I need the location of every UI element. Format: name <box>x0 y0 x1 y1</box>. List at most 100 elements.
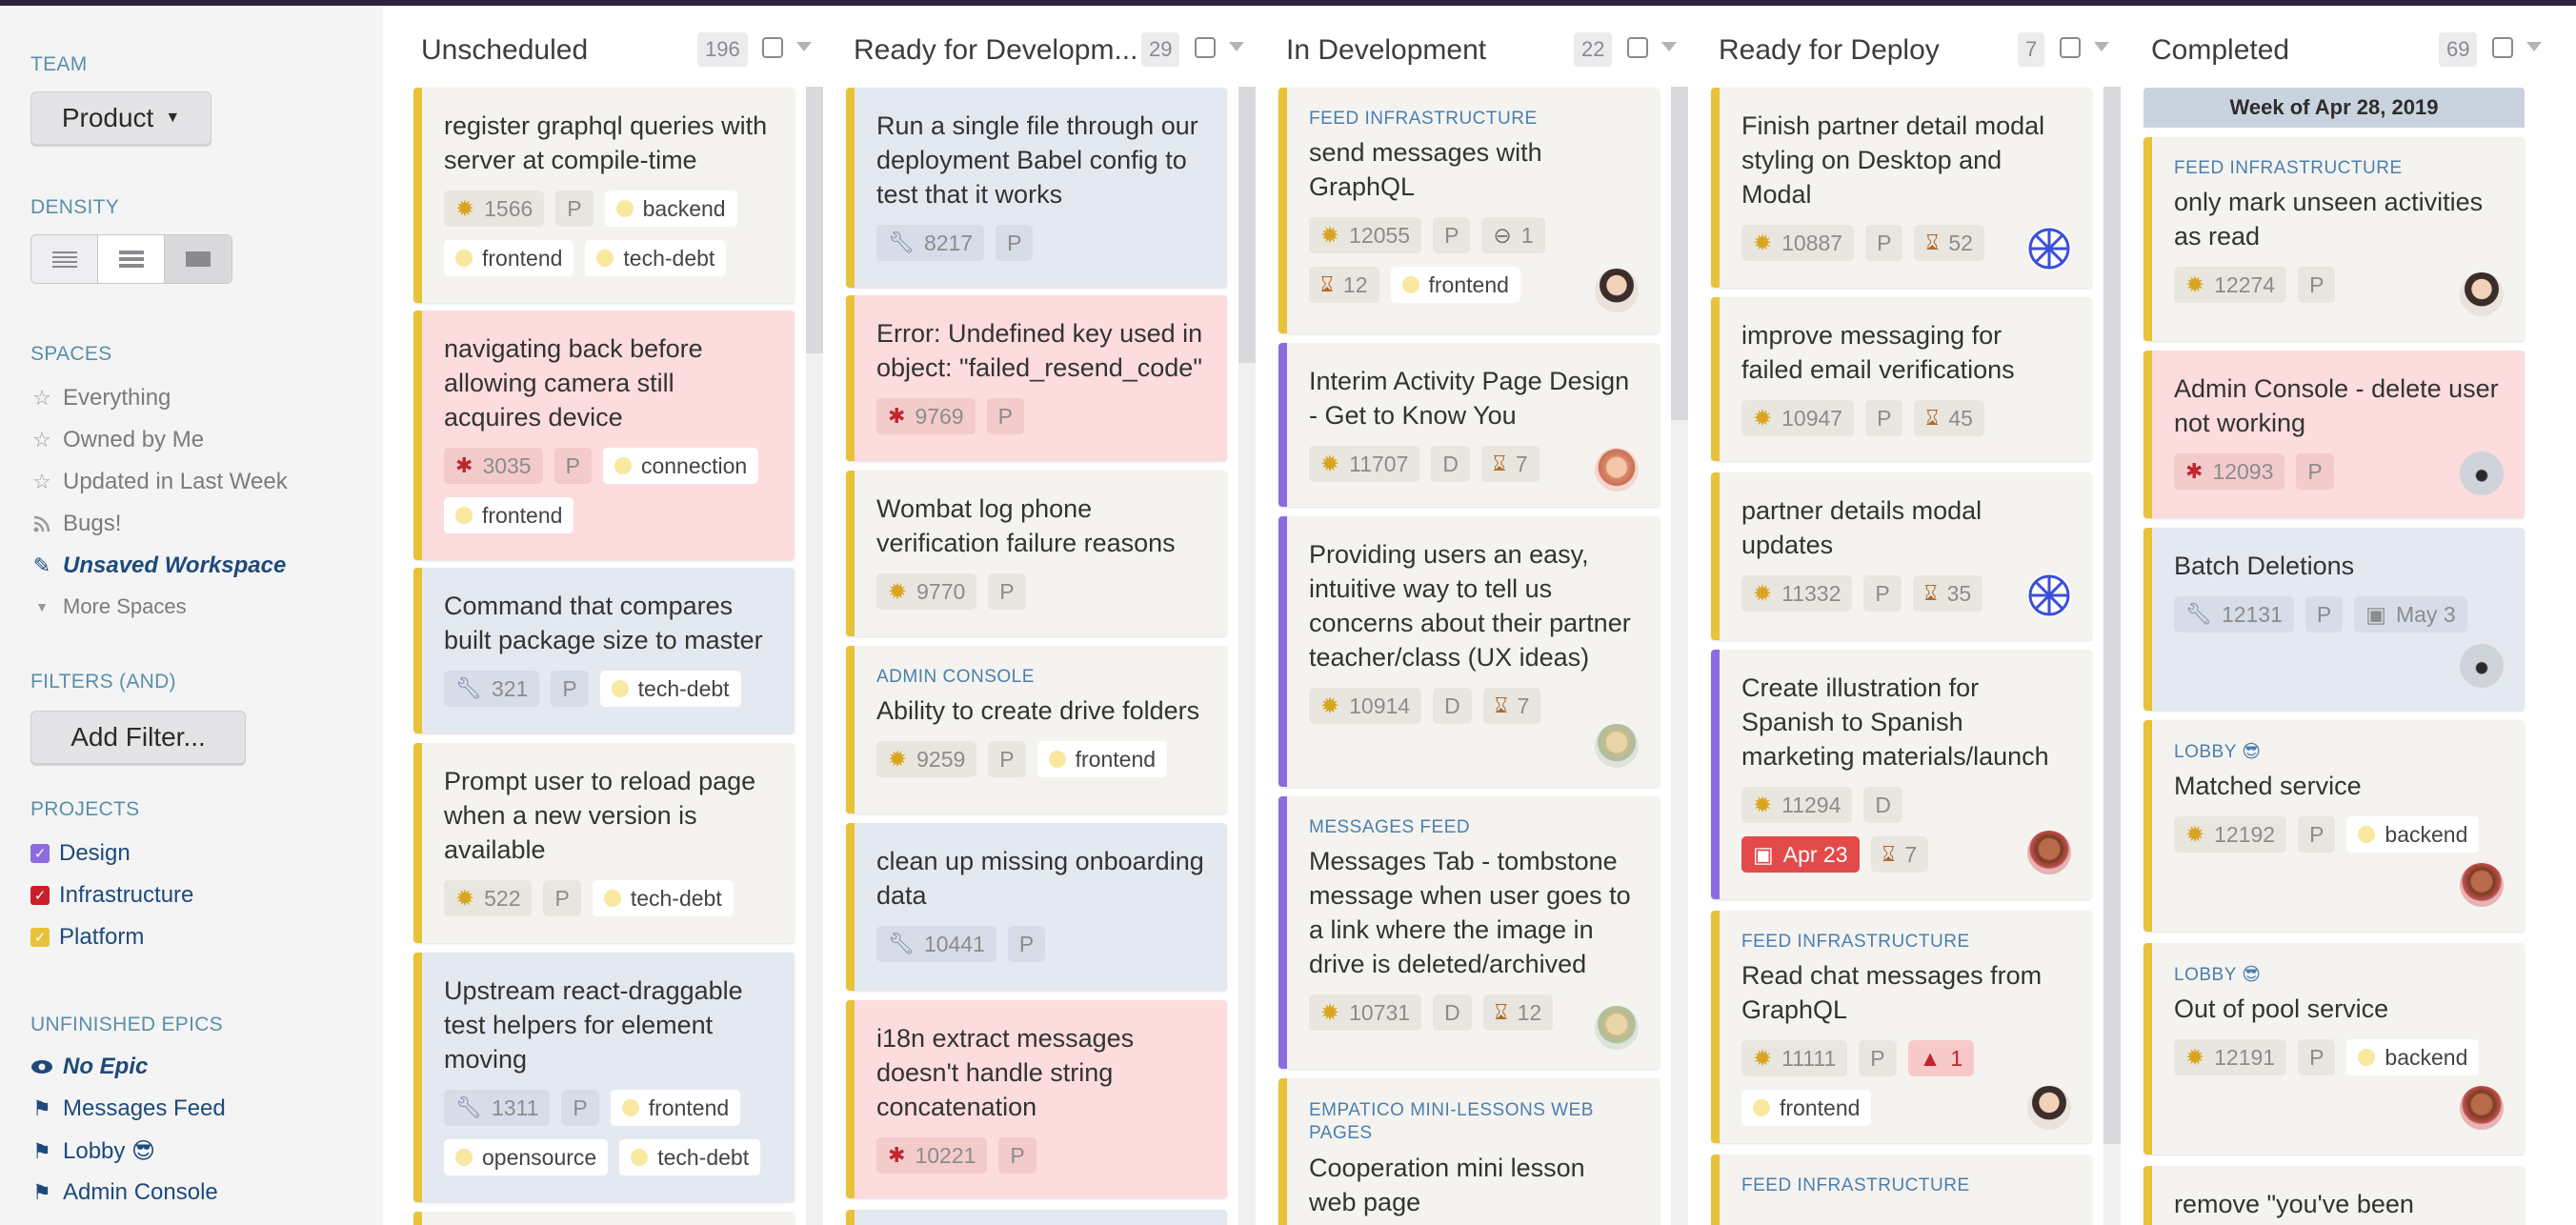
label-tag[interactable]: opensource <box>444 1139 609 1175</box>
density-compact-button[interactable] <box>31 235 98 283</box>
column-scrollbar[interactable] <box>2103 87 2121 1225</box>
column-menu-caret-icon[interactable] <box>2526 42 2542 51</box>
card[interactable]: Upstream react-draggable test helpers fo… <box>413 953 795 1202</box>
column-scrollbar[interactable] <box>806 87 823 1225</box>
epic-admin-console[interactable]: ⚑ Admin Console <box>30 1179 218 1206</box>
scrollbar-thumb[interactable] <box>1238 87 1256 363</box>
space-updated-last-week[interactable]: ☆ Updated in Last Week <box>30 469 288 495</box>
column-menu-caret-icon[interactable] <box>1661 42 1677 51</box>
epic-no-epic[interactable]: No Epic <box>30 1054 148 1080</box>
scrollbar-thumb[interactable] <box>806 87 823 353</box>
card[interactable]: FEED INFRASTRUCTURE Read chat messages f… <box>1711 911 2092 1143</box>
avatar[interactable] <box>2027 831 2071 874</box>
avatar[interactable] <box>1595 724 1639 768</box>
space-bugs[interactable]: Bugs! <box>30 511 121 537</box>
avatar[interactable] <box>2460 863 2504 907</box>
card[interactable]: MESSAGES FEED Messages Tab - tombstone m… <box>1278 796 1660 1069</box>
card[interactable]: LOBBY 😎 Out of pool service ✹ 12191 P bac… <box>2143 943 2525 1155</box>
checkbox-icon[interactable]: ✓ <box>30 844 50 863</box>
card[interactable]: Finish partner detail modal styling on D… <box>1711 88 2092 288</box>
card[interactable]: Command that compares built package size… <box>413 568 795 733</box>
column-menu-caret-icon[interactable] <box>1229 42 1244 51</box>
label-tag[interactable]: backend <box>2346 1039 2480 1075</box>
team-dropdown[interactable]: Product ▼ <box>30 91 211 145</box>
label-tag[interactable]: frontend <box>1036 741 1168 777</box>
card[interactable]: register graphql queries with server at … <box>413 88 795 303</box>
avatar[interactable] <box>2460 272 2504 316</box>
label-tag[interactable]: backend <box>604 191 737 227</box>
label-tag[interactable]: frontend <box>1741 1090 1872 1126</box>
card[interactable]: Admin Console - delete user not working … <box>2143 351 2525 518</box>
scrollbar-thumb[interactable] <box>1671 87 1688 420</box>
card[interactable]: i18n extract messages doesn't handle str… <box>846 1000 1227 1198</box>
space-everything[interactable]: ☆ Everything <box>30 385 171 412</box>
column-scrollbar[interactable] <box>1238 87 1256 1225</box>
avatar[interactable] <box>2460 1086 2504 1130</box>
avatar[interactable] <box>2027 1086 2071 1130</box>
space-owned-by-me[interactable]: ☆ Owned by Me <box>30 427 204 453</box>
due-date-badge[interactable]: ▣ May 3 <box>2354 596 2467 633</box>
card[interactable]: navigating back before allowing camera s… <box>413 311 795 560</box>
column-menu-caret-icon[interactable] <box>2094 42 2109 51</box>
card[interactable]: Wombat log phone verification failure re… <box>846 471 1227 636</box>
label-tag[interactable]: tech-debt <box>585 240 727 276</box>
card[interactable]: Providing users an easy, intuitive way t… <box>1278 516 1660 787</box>
project-design[interactable]: ✓ Design <box>30 840 131 867</box>
card[interactable]: ADMIN CONSOLE Ability to create drive fo… <box>846 646 1227 813</box>
scrollbar-thumb[interactable] <box>2103 87 2121 1144</box>
avatar[interactable] <box>1595 269 1639 312</box>
card[interactable]: clean up missing onboarding data 🔧︎ 10441… <box>846 823 1227 991</box>
label-tag[interactable]: tech-debt <box>619 1139 761 1175</box>
label-tag[interactable]: tech-debt <box>592 880 734 916</box>
column-menu-caret-icon[interactable] <box>796 42 812 51</box>
due-date-badge[interactable]: ▣ Apr 23 <box>1741 836 1860 873</box>
card[interactable]: Error: Undefined key used in object: "fa… <box>846 295 1227 461</box>
column-select-checkbox[interactable] <box>2492 37 2513 58</box>
column-select-checkbox[interactable] <box>2060 37 2081 58</box>
avatar[interactable] <box>1595 1006 1639 1050</box>
card[interactable]: FEED INFRASTRUCTURE send messages with G… <box>1278 88 1660 333</box>
avatar[interactable] <box>2027 227 2071 271</box>
card[interactable]: Interim Activity Page Design - Get to Kn… <box>1278 343 1660 507</box>
column-select-checkbox[interactable] <box>1627 37 1648 58</box>
label-tag[interactable]: frontend <box>610 1090 741 1126</box>
label-tag[interactable]: connection <box>602 448 759 484</box>
project-platform[interactable]: ✓ Platform <box>30 924 144 951</box>
label-tag[interactable]: backend <box>2346 816 2480 853</box>
avatar[interactable] <box>1595 448 1639 492</box>
card[interactable]: Create illustration for Spanish to Spani… <box>1711 650 2092 899</box>
density-medium-button[interactable] <box>98 235 165 283</box>
label-tag[interactable]: frontend <box>444 240 574 276</box>
card[interactable]: Run a single file through our deployment… <box>846 88 1227 288</box>
column-scrollbar[interactable] <box>1671 87 1688 1225</box>
avatar[interactable] <box>2460 644 2504 688</box>
label-tag[interactable]: frontend <box>1390 267 1520 303</box>
card[interactable]: EMPATICO MINI-LESSONS WEB PAGES Cooperat… <box>1278 1078 1660 1225</box>
card[interactable]: LOBBY 😎 Matched service ✹ 12192 P backend <box>2143 720 2525 932</box>
add-filter-button[interactable]: Add Filter... <box>30 711 246 764</box>
project-infrastructure[interactable]: ✓ Infrastructure <box>30 882 193 909</box>
card[interactable]: remove "you've been <box>2143 1166 2525 1225</box>
card[interactable] <box>413 1212 795 1225</box>
card[interactable]: Prompt user to reload page when a new ve… <box>413 743 795 943</box>
card[interactable] <box>846 1210 1227 1225</box>
density-large-button[interactable] <box>165 235 231 283</box>
checkbox-icon[interactable]: ✓ <box>30 886 50 905</box>
wrench-icon: 🔧︎ <box>888 231 915 254</box>
column-select-checkbox[interactable] <box>1195 37 1216 58</box>
card[interactable]: partner details modal updates ✹ 11332 P ⌛… <box>1711 472 2092 640</box>
card[interactable]: improve messaging for failed email verif… <box>1711 297 2092 461</box>
card[interactable]: Batch Deletions 🔧︎ 12131 P ▣ May 3 <box>2143 528 2525 711</box>
space-unsaved-workspace[interactable]: ✎ Unsaved Workspace <box>30 552 287 579</box>
label-tag[interactable]: tech-debt <box>599 671 741 707</box>
epic-messages-feed[interactable]: ⚑ Messages Feed <box>30 1095 226 1122</box>
more-spaces-toggle[interactable]: ▼ More Spaces <box>30 594 187 619</box>
checkbox-icon[interactable]: ✓ <box>30 928 50 947</box>
card[interactable]: FEED INFRASTRUCTURE only mark unseen act… <box>2143 137 2525 341</box>
label-tag[interactable]: frontend <box>444 497 574 533</box>
avatar[interactable] <box>2027 573 2071 617</box>
avatar[interactable] <box>2460 452 2504 495</box>
epic-lobby[interactable]: ⚑ Lobby 😎 <box>30 1137 155 1165</box>
card[interactable]: FEED INFRASTRUCTURE <box>1711 1155 2092 1225</box>
column-select-checkbox[interactable] <box>762 37 783 58</box>
